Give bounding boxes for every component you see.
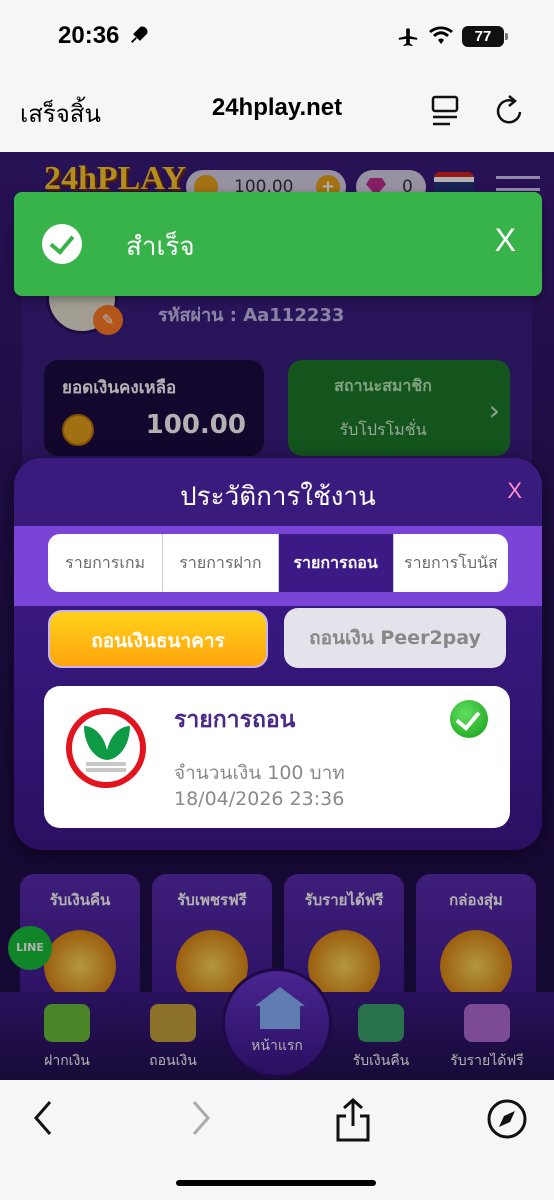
home-indicator bbox=[176, 1180, 376, 1186]
wifi-icon bbox=[428, 26, 454, 50]
tab-game-history[interactable]: รายการเกม bbox=[48, 534, 164, 592]
browser-top-bar: เสร็จสิ้น 24hplay.net bbox=[0, 76, 554, 152]
back-icon[interactable] bbox=[28, 1098, 58, 1142]
toast-close-button[interactable]: X bbox=[495, 222, 516, 259]
record-amount: จำนวนเงิน 100 บาท bbox=[174, 762, 345, 784]
history-tabs: รายการเกม รายการฝาก รายการถอน รายการโบนั… bbox=[48, 534, 508, 592]
record-datetime: 18/04/2026 23:36 bbox=[174, 788, 345, 810]
peer2pay-withdraw-button[interactable]: ถอนเงิน Peer2pay bbox=[284, 608, 506, 668]
reader-view-icon[interactable] bbox=[430, 94, 460, 132]
success-toast: สำเร็จ X bbox=[14, 192, 542, 296]
share-icon[interactable] bbox=[334, 1097, 372, 1146]
tab-deposit-history[interactable]: รายการฝาก bbox=[163, 534, 279, 592]
tab-withdraw-history[interactable]: รายการถอน bbox=[278, 534, 394, 592]
kbank-leaf-right bbox=[106, 726, 130, 760]
forward-icon[interactable] bbox=[186, 1098, 216, 1142]
status-bar: 20:36 77 bbox=[0, 0, 554, 76]
kbank-logo bbox=[66, 708, 146, 788]
reload-icon[interactable] bbox=[494, 94, 526, 132]
kbank-leaf-left bbox=[84, 726, 108, 760]
success-check-icon bbox=[450, 700, 488, 738]
rocket-icon bbox=[128, 24, 150, 50]
toast-message: สำเร็จ bbox=[126, 232, 195, 262]
bank-withdraw-button[interactable]: ถอนเงินธนาคาร bbox=[48, 610, 268, 668]
airplane-mode-icon bbox=[396, 26, 420, 52]
kbank-base bbox=[86, 762, 126, 766]
modal-close-button[interactable]: X bbox=[507, 478, 522, 504]
record-title: รายการถอน bbox=[174, 707, 296, 733]
battery-indicator: 77 bbox=[462, 26, 508, 47]
history-modal: ประวัติการใช้งาน X รายการเกม รายการฝาก ร… bbox=[14, 458, 542, 850]
tab-bonus-history[interactable]: รายการโบนัส bbox=[394, 534, 508, 592]
status-time: 20:36 bbox=[58, 22, 120, 49]
modal-title: ประวัติการใช้งาน bbox=[180, 482, 376, 512]
done-button[interactable]: เสร็จสิ้น bbox=[20, 94, 101, 133]
withdraw-record[interactable]: รายการถอน จำนวนเงิน 100 บาท 18/04/2026 2… bbox=[44, 686, 510, 828]
compass-icon[interactable] bbox=[486, 1098, 528, 1144]
check-circle-icon bbox=[42, 224, 82, 264]
